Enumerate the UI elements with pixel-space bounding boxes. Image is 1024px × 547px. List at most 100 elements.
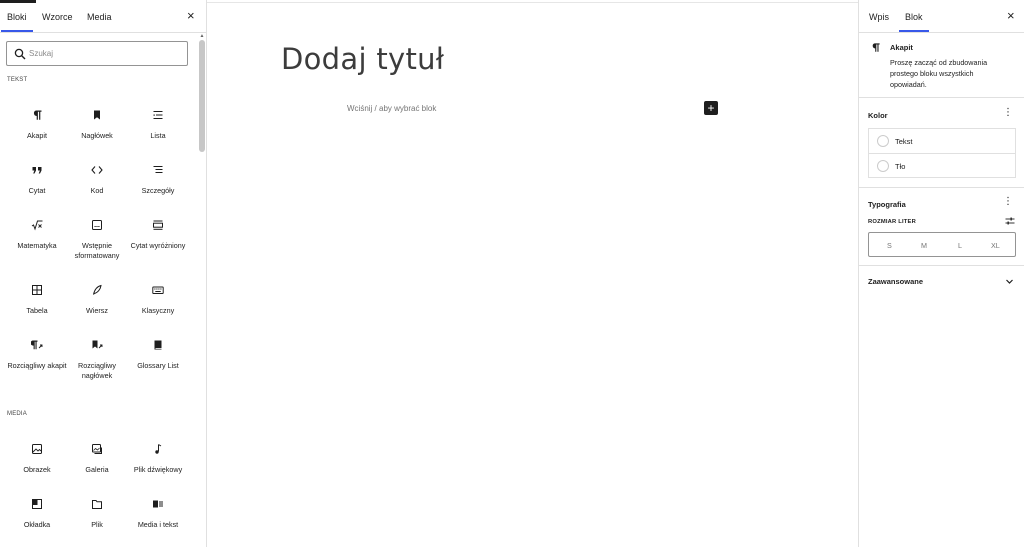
section-label-text: TEKST <box>7 77 28 83</box>
block-label: Galeria <box>85 465 109 474</box>
chevron-down-icon <box>1006 279 1013 284</box>
custom-size-settings-icon[interactable] <box>1005 216 1015 226</box>
close-inserter-button[interactable]: × <box>187 9 195 22</box>
math-icon <box>31 220 43 231</box>
search-input[interactable] <box>29 44 179 63</box>
heading-bookmark-icon <box>94 110 100 120</box>
block-stretchy-heading[interactable]: Rozciągliwy nagłówek <box>67 339 127 387</box>
font-size-l[interactable]: L <box>958 241 962 250</box>
block-label: Media i tekst <box>137 520 179 529</box>
block-details[interactable]: Szczegóły <box>128 164 188 212</box>
block-cover[interactable]: Okładka <box>7 498 67 546</box>
cover-icon <box>32 499 42 509</box>
paragraph-icon <box>33 110 42 120</box>
block-label: Okładka <box>23 520 51 529</box>
advanced-panel-title: Zaawansowane <box>868 277 924 286</box>
block-heading[interactable]: Nagłówek <box>67 109 127 157</box>
tab-media[interactable]: Media <box>87 12 112 22</box>
stretchy-paragraph-icon <box>31 340 43 350</box>
table-icon <box>32 285 42 295</box>
color-option-label: Tekst <box>895 137 913 146</box>
search-icon <box>14 48 26 60</box>
block-label: Cytat <box>28 186 46 195</box>
color-option-label: Tło <box>895 162 906 171</box>
settings-tabs: Wpis Blok × <box>859 0 1024 33</box>
typography-options-icon[interactable]: ⋮ <box>1003 197 1013 207</box>
block-preformatted[interactable]: Wstępnie sformatowany <box>67 219 127 267</box>
inserter-tabs: Bloki Wzorce Media × <box>0 0 207 33</box>
preformatted-icon <box>92 220 102 230</box>
code-icon <box>91 166 103 174</box>
block-paragraph[interactable]: Akapit <box>7 109 67 157</box>
block-label: Plik <box>91 520 103 529</box>
block-math[interactable]: Matematyka <box>7 219 67 267</box>
block-file[interactable]: Plik <box>67 498 127 546</box>
color-background-option[interactable]: Tło <box>869 153 1015 177</box>
font-size-picker: S M L XL <box>868 232 1016 257</box>
font-size-s[interactable]: S <box>887 241 892 250</box>
audio-note-icon <box>155 444 162 454</box>
block-label: Plik dźwiękowy <box>133 465 183 474</box>
pullquote-icon <box>153 220 163 230</box>
stretchy-heading-icon <box>92 340 103 349</box>
close-settings-button[interactable]: × <box>1007 9 1015 22</box>
scroll-up-arrow[interactable]: ▲ <box>199 33 205 39</box>
color-options-box: Tekst Tło <box>868 128 1016 178</box>
color-options-icon[interactable]: ⋮ <box>1003 108 1013 118</box>
block-verse[interactable]: Wiersz <box>67 284 127 332</box>
keyboard-icon <box>152 286 164 294</box>
tab-patterns[interactable]: Wzorce <box>42 12 73 22</box>
details-icon <box>153 166 163 173</box>
media-text-icon <box>153 500 163 508</box>
post-title-input[interactable]: Dodaj tytuł <box>281 42 444 76</box>
text-color-swatch <box>877 135 889 147</box>
tab-block[interactable]: Blok <box>899 12 928 32</box>
font-size-label: ROZMIAR LITER <box>868 219 917 225</box>
editor-top-border <box>207 2 858 3</box>
block-placeholder[interactable]: Wciśnij / aby wybrać blok <box>347 104 436 113</box>
tab-blocks[interactable]: Bloki <box>1 12 32 32</box>
block-label: Wstępnie sformatowany <box>74 241 120 260</box>
list-icon <box>153 111 163 119</box>
block-table[interactable]: Tabela <box>7 284 67 332</box>
block-label: Obrazek <box>23 465 51 474</box>
color-text-option[interactable]: Tekst <box>869 129 1015 153</box>
block-code[interactable]: Kod <box>67 164 127 212</box>
block-label: Tabela <box>26 306 48 315</box>
block-media-text[interactable]: Media i tekst <box>128 498 188 546</box>
paragraph-icon <box>872 43 880 52</box>
block-pullquote[interactable]: Cytat wyróżniony <box>128 219 188 267</box>
block-label: Kod <box>90 186 104 195</box>
block-label: Nagłówek <box>81 131 113 140</box>
block-card-description: Proszę zacząć od zbudowania prostego blo… <box>890 58 988 89</box>
block-label: Cytat wyróżniony <box>130 241 186 250</box>
block-quote[interactable]: Cytat <box>7 164 67 212</box>
font-size-xl[interactable]: XL <box>991 241 1000 250</box>
block-search[interactable] <box>6 41 188 66</box>
block-stretchy-paragraph[interactable]: Rozciągliwy akapit <box>7 339 67 387</box>
block-glossary-list[interactable]: Glossary List <box>128 339 188 387</box>
block-label: Matematyka <box>17 241 57 250</box>
block-label: Akapit <box>27 131 47 140</box>
inserter-scrollbar[interactable] <box>199 40 205 152</box>
block-gallery[interactable]: Galeria <box>67 443 127 491</box>
block-label: Szczegóły <box>141 186 175 195</box>
block-classic[interactable]: Klasyczny <box>128 284 188 332</box>
settings-sidebar: Wpis Blok × Akapit Proszę zacząć od zbud… <box>858 0 1024 547</box>
block-card-title: Akapit <box>890 43 913 52</box>
tab-post[interactable]: Wpis <box>869 12 889 22</box>
advanced-panel-toggle[interactable]: Zaawansowane <box>859 266 1024 296</box>
block-audio[interactable]: Plik dźwiękowy <box>128 443 188 491</box>
block-label: Klasyczny <box>141 306 175 315</box>
block-card: Akapit Proszę zacząć od zbudowania prost… <box>859 33 1024 98</box>
block-list[interactable]: Lista <box>128 109 188 157</box>
block-inserter-panel: Bloki Wzorce Media × ▲ TEKST MEDIA Akapi… <box>0 0 207 547</box>
block-image[interactable]: Obrazek <box>7 443 67 491</box>
block-label: Glossary List <box>137 361 179 370</box>
font-size-m[interactable]: M <box>921 241 927 250</box>
add-block-button[interactable]: + <box>704 101 718 115</box>
verse-feather-icon <box>93 284 102 295</box>
book-icon <box>154 340 162 350</box>
block-label: Rozciągliwy nagłówek <box>78 361 116 380</box>
gallery-icon <box>92 444 102 454</box>
